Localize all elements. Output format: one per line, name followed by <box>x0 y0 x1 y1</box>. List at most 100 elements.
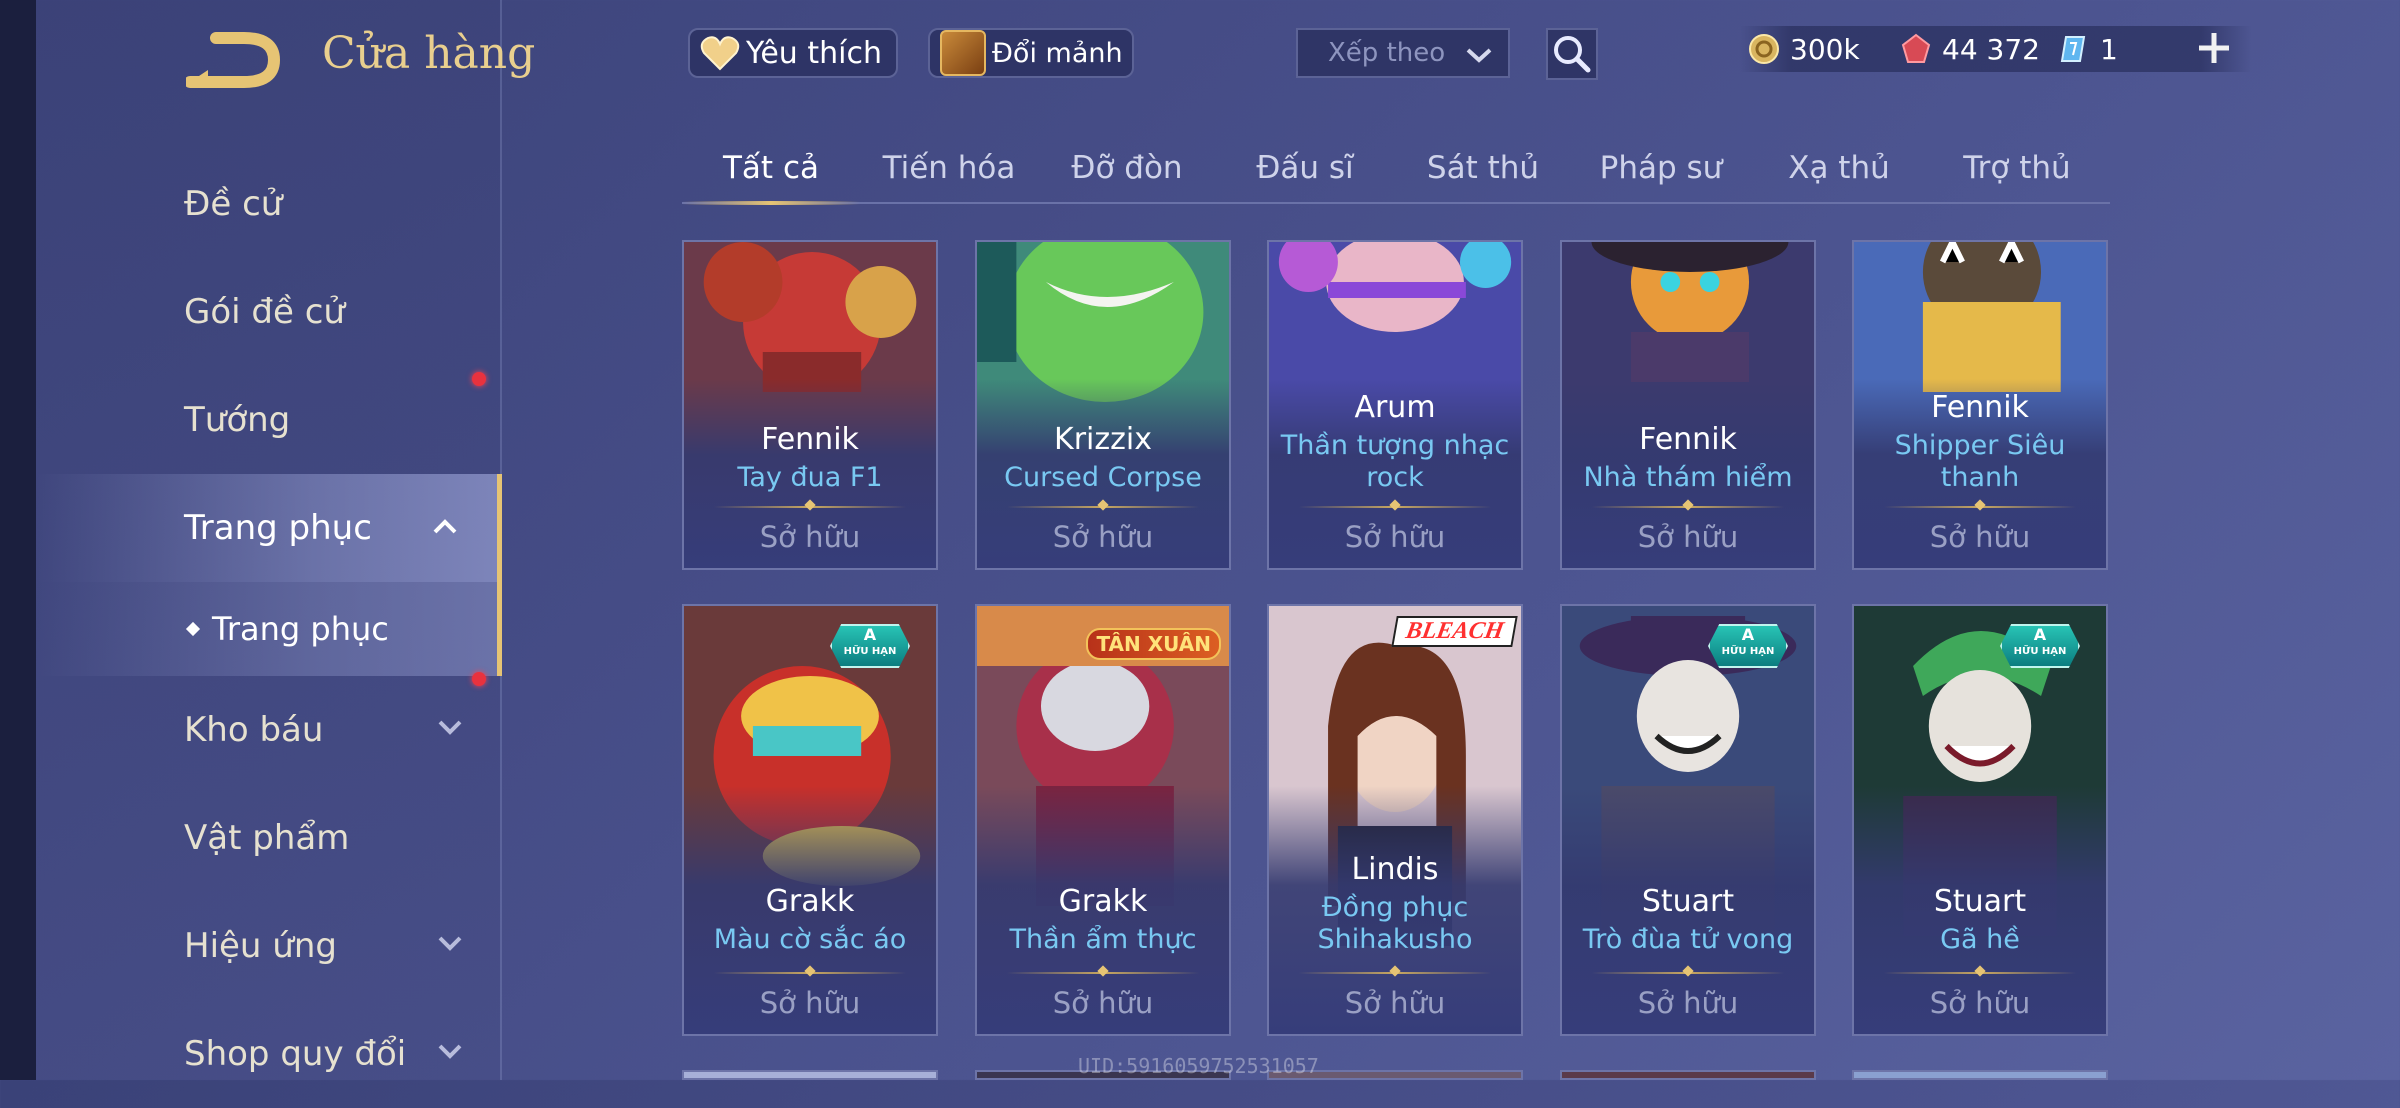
limited-badge-text: HỮU HẠN <box>1721 646 1775 657</box>
card-divider <box>1299 506 1491 508</box>
ruby-value: 44 372 <box>1942 32 2040 66</box>
owned-status: Sở hữu <box>759 986 861 1020</box>
sidebar-item-heroes[interactable]: Tướng <box>36 366 502 474</box>
ticket-icon <box>2060 36 2086 62</box>
sidebar-item-effects[interactable]: Hiệu ứng <box>36 892 502 1000</box>
card-divider <box>1299 972 1491 974</box>
tab-fighter[interactable]: Đấu sĩ <box>1216 140 1394 202</box>
sidebar-item-recommended[interactable]: Đề cử <box>36 150 502 258</box>
tab-marksman[interactable]: Xạ thủ <box>1750 140 1928 202</box>
limited-badge: A HỮU HẠN <box>1708 624 1788 668</box>
skin-card[interactable]: Arum Thần tượng nhạc rock Sở hữu <box>1267 240 1523 570</box>
sidebar-item-treasure[interactable]: Kho báu <box>36 672 502 784</box>
skin-card-partial[interactable] <box>682 1070 938 1080</box>
hero-name: Fennik <box>1931 390 2029 425</box>
search-button[interactable] <box>1546 28 1598 80</box>
gold-coin-icon <box>1749 34 1779 64</box>
skin-card[interactable]: TÂN XUÂN Grakk Thần ẩm thực Sở hữu <box>975 604 1231 1036</box>
collab-badge: BLEACH <box>1390 616 1518 647</box>
sidebar-item-recommended-packs[interactable]: Gói đề cử <box>36 258 502 386</box>
hero-name: Grakk <box>765 884 855 919</box>
ruby-balance: 44 372 <box>1900 26 2040 72</box>
sidebar-item-label: Trang phục <box>184 508 372 548</box>
skin-card[interactable]: Fennik Tay đua F1 Sở hữu <box>682 240 938 570</box>
owned-status: Sở hữu <box>1929 520 2031 554</box>
add-currency-plus-icon[interactable] <box>2196 30 2232 66</box>
hero-name: Arum <box>1354 390 1436 425</box>
skin-name: Trò đùa tử vong <box>1582 924 1794 955</box>
gold-value: 300k <box>1790 32 1860 66</box>
sidebar-nav: Đề cử Gói đề cử Tướng Trang phục Trang p… <box>36 150 502 1108</box>
owned-status: Sở hữu <box>1344 520 1446 554</box>
favorites-button[interactable]: Yêu thích <box>688 28 898 78</box>
tab-support[interactable]: Trợ thủ <box>1928 140 2106 202</box>
diamond-bullet-icon <box>185 621 201 637</box>
owned-status: Sở hữu <box>759 520 861 554</box>
ticket-value: 1 <box>2100 32 2118 66</box>
skin-name: Màu cờ sắc áo <box>713 924 907 955</box>
sidebar-item-exchange-shop[interactable]: Shop quy đổi <box>36 1000 502 1108</box>
sidebar-item-label: Đề cử <box>184 184 283 224</box>
skin-card[interactable]: A HỮU HẠN Grakk Màu cờ sắc áo Sở hữu <box>682 604 938 1036</box>
chevron-down-icon <box>438 1044 462 1059</box>
hero-name: Lindis <box>1351 852 1439 887</box>
skin-name: Tay đua F1 <box>737 462 883 493</box>
skin-name: Cursed Corpse <box>1004 462 1202 493</box>
exchange-pieces-button[interactable]: Đổi mảnh <box>928 28 1134 78</box>
gold-balance: 300k <box>1748 26 1860 72</box>
limited-badge-grade: A <box>863 625 877 644</box>
limited-badge-grade: A <box>2033 625 2047 644</box>
card-divider <box>1884 972 2076 974</box>
skin-name: Nhà thám hiểm <box>1583 462 1793 493</box>
limited-badge-grade: A <box>1741 625 1755 644</box>
skin-name: Gã hề <box>1940 924 2020 955</box>
skin-card-partial[interactable] <box>1560 1070 1816 1080</box>
tab-mage[interactable]: Pháp sư <box>1572 140 1750 202</box>
skin-card[interactable]: BLEACH Lindis Đồng phục Shihakusho Sở hữ… <box>1267 604 1523 1036</box>
ticket-balance: 1 <box>2058 26 2118 72</box>
sort-dropdown[interactable]: Xếp theo <box>1296 28 1510 78</box>
sidebar-item-items[interactable]: Vật phẩm <box>36 784 502 892</box>
chevron-down-icon <box>1466 48 1492 63</box>
sidebar-item-label: Shop quy đổi <box>184 1034 407 1074</box>
limited-badge-text: HỮU HẠN <box>843 646 897 657</box>
tab-evolution[interactable]: Tiến hóa <box>860 140 1038 202</box>
tab-assassin[interactable]: Sát thủ <box>1394 140 1572 202</box>
owned-status: Sở hữu <box>1637 520 1739 554</box>
card-divider <box>1884 506 2076 508</box>
skin-card[interactable]: Fennik Shipper Siêu thanh Sở hữu <box>1852 240 2108 570</box>
category-tabs: Tất cả Tiến hóa Đỡ đòn Đấu sĩ Sát thủ Ph… <box>682 140 2110 205</box>
skin-card[interactable]: Krizzix Cursed Corpse Sở hữu <box>975 240 1231 570</box>
tab-tank[interactable]: Đỡ đòn <box>1038 140 1216 202</box>
limited-badge-text: HỮU HẠN <box>2013 646 2067 657</box>
owned-status: Sở hữu <box>1052 520 1154 554</box>
skin-card-partial[interactable] <box>1852 1070 2108 1080</box>
card-divider <box>714 972 906 974</box>
notification-dot <box>472 672 486 686</box>
chevron-up-icon <box>433 519 457 534</box>
back-arrow-icon[interactable] <box>186 30 282 90</box>
skin-name: Thần ẩm thực <box>1009 924 1197 955</box>
hero-name: Stuart <box>1933 884 2027 919</box>
sidebar-item-skins[interactable]: Trang phục <box>36 474 502 582</box>
limited-badge: A HỮU HẠN <box>2000 624 2080 668</box>
hero-name: Grakk <box>1058 884 1148 919</box>
tab-all[interactable]: Tất cả <box>682 140 860 205</box>
sidebar-item-label: Kho báu <box>184 710 324 750</box>
skin-card[interactable]: Fennik Nhà thám hiểm Sở hữu <box>1560 240 1816 570</box>
ruby-icon <box>1901 33 1931 63</box>
skin-name: Shipper Siêu thanh <box>1894 430 2066 493</box>
card-divider <box>1592 972 1784 974</box>
hero-name: Stuart <box>1641 884 1735 919</box>
heart-icon <box>700 36 740 71</box>
skin-card[interactable]: A HỮU HẠN Stuart Gã hề Sở hữu <box>1852 604 2108 1036</box>
hero-name: Krizzix <box>1054 422 1152 457</box>
skin-name: Thần tượng nhạc rock <box>1280 430 1510 493</box>
card-divider <box>714 506 906 508</box>
owned-status: Sở hữu <box>1929 986 2031 1020</box>
skin-card[interactable]: A HỮU HẠN Stuart Trò đùa tử vong Sở hữu <box>1560 604 1816 1036</box>
sidebar-subitem-skins[interactable]: Trang phục <box>36 582 502 676</box>
piece-icon <box>940 30 986 76</box>
sort-dropdown-label: Xếp theo <box>1328 38 1446 68</box>
event-badge: TÂN XUÂN <box>1086 628 1221 660</box>
